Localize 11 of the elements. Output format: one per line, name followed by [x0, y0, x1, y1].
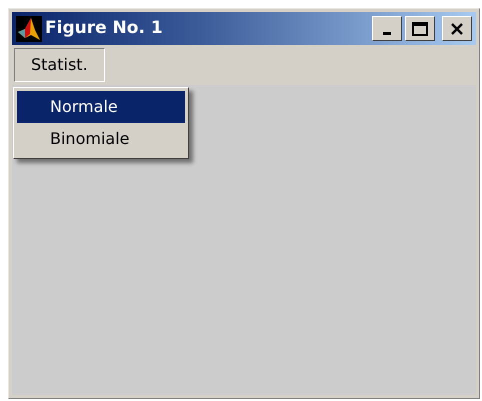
close-button[interactable]: [442, 16, 472, 41]
peak-logo-icon: [16, 16, 42, 42]
window-title: Figure No. 1: [45, 16, 164, 40]
menu-option[interactable]: Normale: [17, 91, 185, 123]
minimize-icon: [383, 32, 391, 34]
minimize-button[interactable]: [372, 16, 402, 41]
menu-option[interactable]: Binomiale: [17, 123, 185, 155]
maximize-icon: [412, 22, 428, 36]
maximize-button[interactable]: [405, 16, 435, 41]
close-icon: [450, 22, 464, 34]
menu-item[interactable]: Statist.: [14, 48, 105, 82]
